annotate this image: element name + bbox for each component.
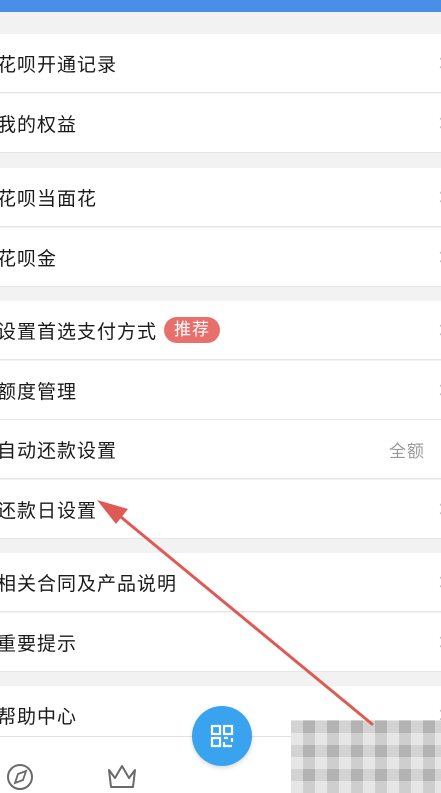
- list-item-huabei-gold[interactable]: 花呗金: [0, 228, 441, 287]
- scan-icon: [210, 724, 234, 748]
- list-item-huabei-record[interactable]: 花呗开通记录: [0, 34, 441, 93]
- chevron-right-icon: [435, 576, 441, 588]
- list-item-label: 帮助中心: [0, 705, 78, 728]
- scan-button[interactable]: [192, 706, 252, 766]
- list-item-label: 相关合同及产品说明: [0, 572, 178, 595]
- chevron-right-icon: [435, 636, 441, 648]
- list-item-label: 花呗当面花: [0, 187, 98, 210]
- recommend-badge: 推荐: [164, 317, 221, 343]
- list-item-preferred-payment[interactable]: 设置首选支付方式 推荐: [0, 301, 441, 360]
- chevron-right-icon: [435, 191, 441, 203]
- list-item-repayment-date[interactable]: 还款日设置: [0, 480, 441, 539]
- top-bar: [0, 0, 441, 12]
- auto-repayment-value: 全额: [389, 441, 425, 462]
- list-item-label: 花呗开通记录: [0, 53, 118, 76]
- list-item-label: 自动还款设置: [0, 439, 118, 462]
- chevron-right-icon: [435, 251, 441, 263]
- list-item-label: 重要提示: [0, 632, 78, 655]
- chevron-right-icon: [435, 709, 441, 721]
- chevron-right-icon: [435, 324, 441, 336]
- list-item-label: 花呗金: [0, 247, 58, 270]
- list-item-label: 还款日设置: [0, 499, 98, 522]
- chevron-right-icon: [435, 117, 441, 129]
- list-item-face-to-face-pay[interactable]: 花呗当面花: [0, 168, 441, 227]
- list-item-label: 额度管理: [0, 380, 78, 403]
- list-item-label: 设置首选支付方式: [0, 320, 158, 343]
- chevron-right-icon: [435, 384, 441, 396]
- list-item-label: 我的权益: [0, 113, 78, 136]
- chevron-right-icon: [435, 57, 441, 69]
- compass-icon[interactable]: [4, 760, 36, 793]
- list-item-my-benefits[interactable]: 我的权益: [0, 94, 441, 153]
- list-item-contracts[interactable]: 相关合同及产品说明: [0, 553, 441, 612]
- list-item-important-notice[interactable]: 重要提示: [0, 613, 441, 672]
- list-item-credit-limit[interactable]: 额度管理: [0, 361, 441, 420]
- pixelated-watermark: [291, 720, 441, 793]
- chevron-right-icon: [435, 503, 441, 515]
- list-item-auto-repayment[interactable]: 自动还款设置 全额: [0, 420, 441, 479]
- crown-icon[interactable]: [106, 760, 138, 793]
